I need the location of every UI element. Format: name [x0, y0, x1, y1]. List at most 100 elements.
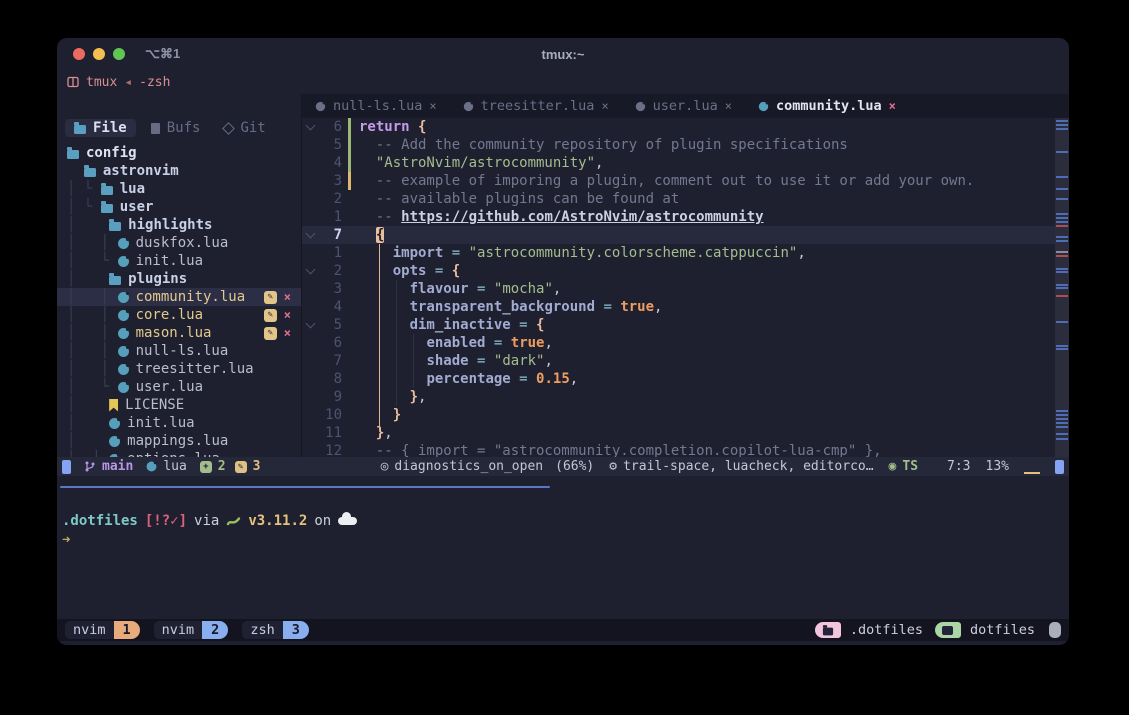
tree-item-init-lua[interactable]: │ init.lua — [57, 414, 301, 432]
tree-item-label: core.lua — [136, 306, 203, 324]
tmux-session-chip--dotfiles[interactable]: .dotfiles — [815, 622, 935, 638]
code-token — [359, 245, 393, 261]
editor-tab-user-lua[interactable]: user.lua × — [622, 94, 745, 118]
line-number: 10 — [318, 406, 348, 424]
git-sign — [348, 154, 351, 172]
code-line[interactable]: 9 }, — [302, 388, 1069, 406]
editor-tab-null-ls-lua[interactable]: null-ls.lua× — [302, 94, 450, 118]
code-line[interactable]: 11 }, — [302, 424, 1069, 442]
tab-close-icon[interactable]: × — [429, 99, 436, 113]
code-token: , — [797, 245, 805, 261]
close-window-button[interactable] — [73, 48, 85, 60]
shell-pane[interactable]: .dotfiles [!?✓] via v3.11.2 on ➜ — [57, 488, 1069, 549]
code-line[interactable]: 1 import = "astrocommunity.colorscheme.c… — [302, 244, 1069, 262]
code-line[interactable]: 2 opts = { — [302, 262, 1069, 280]
code-line[interactable]: 8 percentage = 0.15, — [302, 370, 1069, 388]
lua-file-icon — [118, 310, 129, 321]
code-token: "mocha" — [494, 281, 553, 297]
prompt-input-line[interactable]: ➜ — [62, 531, 1069, 549]
fold-column[interactable] — [302, 316, 318, 334]
lua-file-icon — [635, 101, 644, 110]
code-token — [359, 425, 376, 441]
prompt-status-line: .dotfiles [!?✓] via v3.11.2 on — [62, 512, 1069, 530]
code-area[interactable]: 6return {5 -- Add the community reposito… — [302, 118, 1069, 457]
git-sign — [348, 316, 351, 334]
zoom-window-button[interactable] — [113, 48, 125, 60]
tree-item-astronvim[interactable]: astronvim — [57, 162, 301, 180]
code-line[interactable]: 10 } — [302, 406, 1069, 424]
code-line[interactable]: 6return { — [302, 118, 1069, 136]
tools-icon: ⚙ — [609, 459, 617, 474]
minimap-scrollbar[interactable] — [1055, 118, 1069, 457]
code-line[interactable]: 1 -- https://github.com/AstroNvim/astroc… — [302, 208, 1069, 226]
scrollbar-mark — [1056, 225, 1068, 227]
code-line[interactable]: 7 shade = "dark", — [302, 352, 1069, 370]
code-line[interactable]: 2 -- available plugins can be found at — [302, 190, 1069, 208]
tab-close-icon[interactable]: × — [601, 99, 608, 113]
fold-column[interactable] — [302, 118, 318, 136]
tree-indent-guide: │ └ — [67, 450, 109, 457]
tab-close-icon[interactable]: × — [889, 99, 896, 113]
tmux-window-nvim-1[interactable]: nvim1 — [65, 621, 140, 639]
close-buffer-icon[interactable]: × — [284, 306, 291, 324]
line-number: 5 — [318, 136, 348, 154]
tree-item-label: duskfox.lua — [136, 234, 229, 252]
cursor-position: 7:3 — [947, 459, 970, 474]
tmux-session-chip-dotfiles[interactable]: dotfiles — [935, 622, 1047, 638]
tree-item-duskfox-lua[interactable]: │ │ duskfox.lua — [57, 234, 301, 252]
code-line[interactable]: 7 { — [302, 226, 1069, 244]
prompt-on-label: on — [314, 513, 331, 529]
sidebar-tab-bufs[interactable]: Bufs — [142, 119, 210, 137]
fold-column[interactable] — [302, 262, 318, 280]
tree-item-LICENSE[interactable]: │ LICENSE — [57, 396, 301, 414]
tmux-window-nvim-2[interactable]: nvim2 — [154, 621, 229, 639]
tree-item-user-lua[interactable]: │ └ user.lua — [57, 378, 301, 396]
fold-column[interactable] — [302, 226, 318, 244]
tmux-window-zsh-3[interactable]: zsh3 — [242, 621, 309, 639]
tree-item-plugins[interactable]: │ plugins — [57, 270, 301, 288]
code-text: shade = "dark", — [359, 352, 1069, 370]
tab-close-icon[interactable]: × — [725, 99, 732, 113]
tree-item-mason-lua[interactable]: │ │ mason.lua✎× — [57, 324, 301, 342]
tmux-session-label: dotfiles — [970, 622, 1035, 638]
code-line[interactable]: 5 -- Add the community repository of plu… — [302, 136, 1069, 154]
sidebar-tab-git[interactable]: Git — [215, 119, 274, 137]
scrollbar-mark — [1056, 213, 1068, 215]
code-line[interactable]: 6 enabled = true, — [302, 334, 1069, 352]
tree-item-community-lua[interactable]: │ │ community.lua✎× — [57, 288, 301, 306]
code-line[interactable]: 4 transparent_background = true, — [302, 298, 1069, 316]
code-text: transparent_background = true, — [359, 298, 1069, 316]
tree-item-core-lua[interactable]: │ │ core.lua✎× — [57, 306, 301, 324]
tree-item-config[interactable]: config — [57, 144, 301, 162]
minimize-window-button[interactable] — [93, 48, 105, 60]
close-buffer-icon[interactable]: × — [284, 288, 291, 306]
lua-file-icon — [118, 256, 129, 267]
code-token: enabled — [426, 335, 485, 351]
mode-indicator-block — [62, 460, 71, 474]
git-sign — [348, 280, 351, 298]
tree-item-lua[interactable]: │ └ lua — [57, 180, 301, 198]
editor-tab-community-lua[interactable]: community.lua× — [745, 94, 909, 118]
tree-item-highlights[interactable]: │ highlights — [57, 216, 301, 234]
tree-item-init-lua[interactable]: │ └ init.lua — [57, 252, 301, 270]
tree-item-user[interactable]: │ └ user — [57, 198, 301, 216]
tab-label: user.lua — [653, 98, 718, 114]
tmux-window-name[interactable]: -zsh — [139, 75, 170, 90]
code-line[interactable]: 5 dim_inactive = { — [302, 316, 1069, 334]
tree-item-treesitter-lua[interactable]: │ │ treesitter.lua — [57, 360, 301, 378]
code-line[interactable]: 3 -- example of imporing a plugin, comme… — [302, 172, 1069, 190]
tree-item-options-lua[interactable]: │ └ options.lua — [57, 450, 301, 457]
scrollbar-mark — [1056, 236, 1068, 238]
code-token — [443, 263, 451, 279]
editor-tab-treesitter-lua[interactable]: treesitter.lua× — [450, 94, 622, 118]
sidebar-source-tabs: File Bufs Git — [57, 118, 301, 138]
sidebar-tab-file[interactable]: File — [65, 119, 136, 137]
tree-item-mappings-lua[interactable]: │ mappings.lua — [57, 432, 301, 450]
code-line[interactable]: 4 "AstroNvim/astrocommunity", — [302, 154, 1069, 172]
close-buffer-icon[interactable]: × — [284, 324, 291, 342]
code-line[interactable]: 12 -- { import = "astrocommunity.complet… — [302, 442, 1069, 457]
tree-item-null-ls-lua[interactable]: │ │ null-ls.lua — [57, 342, 301, 360]
folder-chip — [815, 622, 841, 638]
tmux-session-name[interactable]: tmux — [86, 75, 117, 90]
code-line[interactable]: 3 flavour = "mocha", — [302, 280, 1069, 298]
